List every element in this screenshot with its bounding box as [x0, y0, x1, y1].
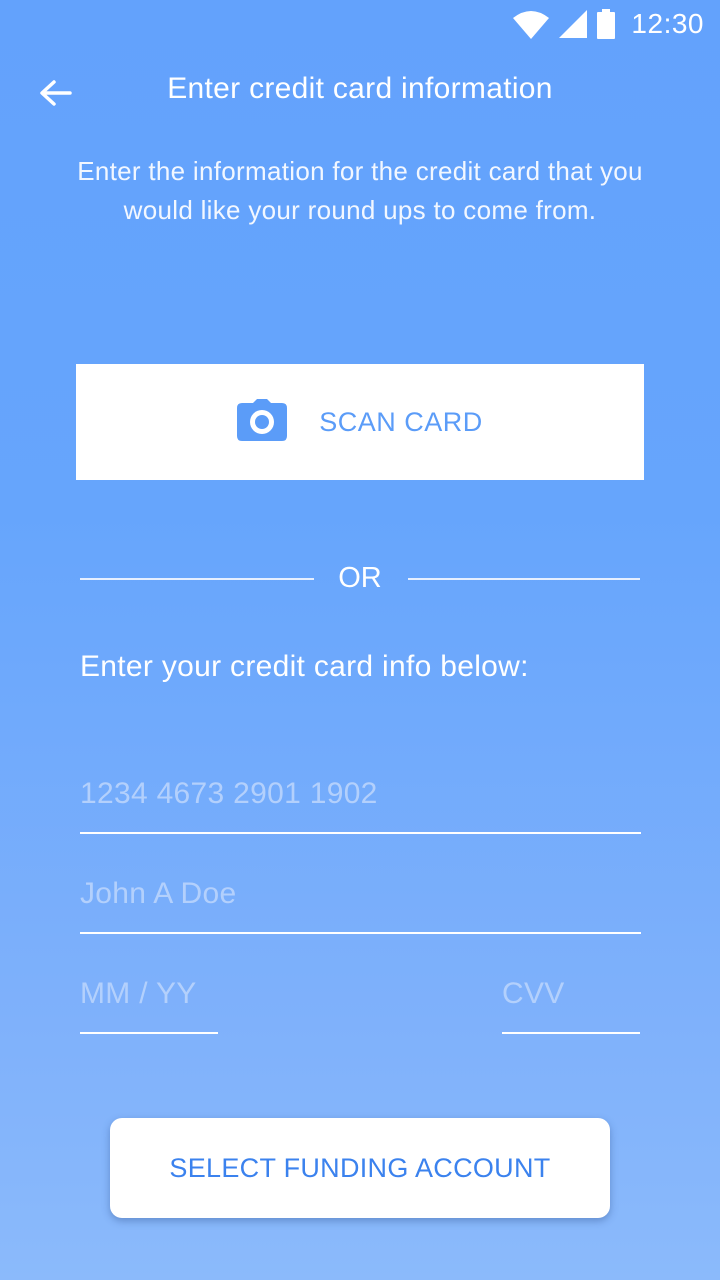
- card-number-input[interactable]: [80, 774, 641, 814]
- battery-icon: [597, 9, 616, 39]
- select-funding-account-button[interactable]: SELECT FUNDING ACCOUNT: [110, 1118, 610, 1218]
- card-number-field: [80, 774, 641, 834]
- app-bar: Enter credit card information: [0, 56, 720, 126]
- expiry-field: [80, 974, 218, 1034]
- form-heading: Enter your credit card info below:: [80, 650, 529, 683]
- wifi-icon: [513, 9, 550, 39]
- status-time: 12:30: [631, 8, 704, 39]
- cvv-input[interactable]: [502, 974, 640, 1014]
- signal-icon: [559, 10, 588, 38]
- scan-card-button[interactable]: SCAN CARD: [76, 364, 644, 480]
- status-bar: 12:30: [0, 0, 720, 48]
- camera-icon: [237, 398, 288, 446]
- intro-text: Enter the information for the credit car…: [77, 156, 643, 225]
- or-divider: OR: [80, 560, 640, 600]
- scan-card-label: SCAN CARD: [319, 406, 483, 437]
- cardholder-name-field: [80, 874, 641, 934]
- divider-line-right: [408, 578, 640, 580]
- page-title: Enter credit card information: [167, 72, 553, 105]
- expiry-input[interactable]: [80, 974, 218, 1014]
- cvv-field: [502, 974, 640, 1034]
- status-icons: 12:30: [513, 8, 704, 40]
- cardholder-name-input[interactable]: [80, 874, 641, 914]
